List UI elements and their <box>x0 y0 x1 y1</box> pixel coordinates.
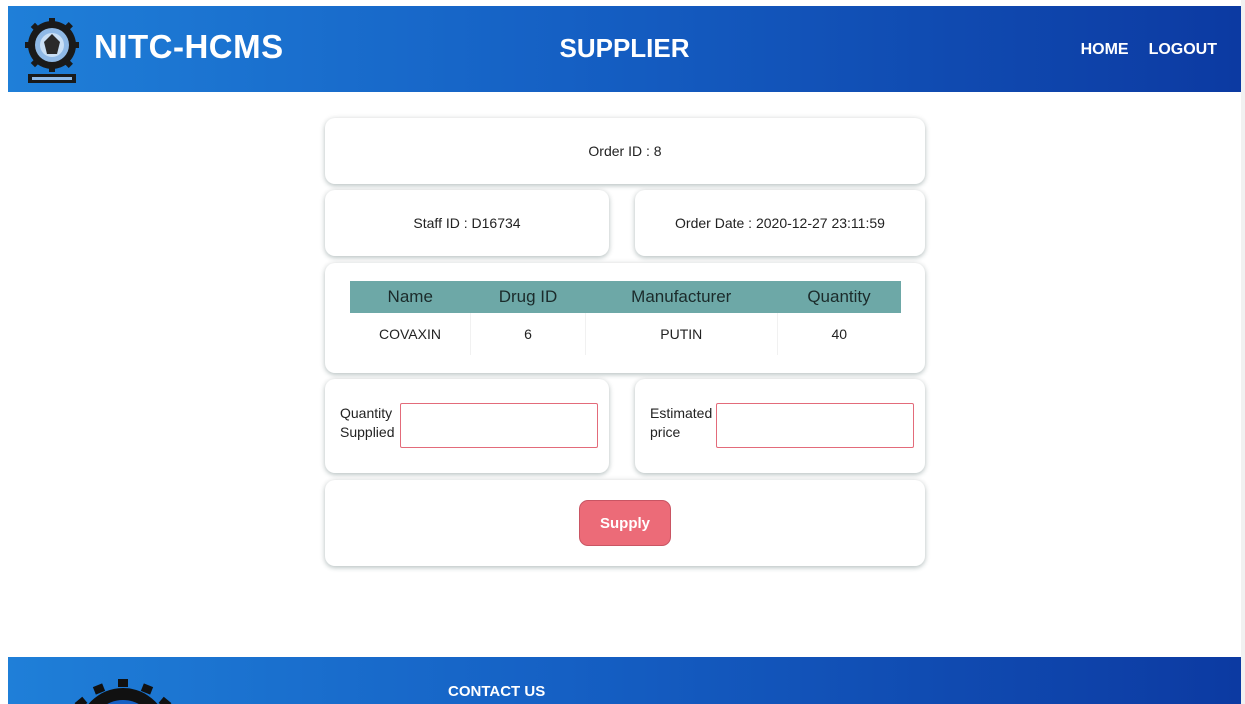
drug-table: Name Drug ID Manufacturer Quantity COVAX… <box>349 281 901 355</box>
order-date-card: Order Date : 2020-12-27 23:11:59 <box>635 190 925 256</box>
staff-id-text: Staff ID : D16734 <box>413 215 521 231</box>
drug-table-card: Name Drug ID Manufacturer Quantity COVAX… <box>325 263 925 373</box>
page-title: SUPPLIER <box>559 33 690 63</box>
quantity-label-line2: Supplied <box>340 424 395 440</box>
column-header-quantity: Quantity <box>777 281 901 313</box>
price-label-line1: Estimated <box>650 405 713 421</box>
staff-id-card: Staff ID : D16734 <box>325 190 609 256</box>
cell-name: COVAXIN <box>349 313 472 355</box>
institute-seal-icon <box>74 679 172 704</box>
order-date-text: Order Date : 2020-12-27 23:11:59 <box>675 215 885 231</box>
order-id-text: Order ID : 8 <box>588 143 662 159</box>
estimated-price-label: Estimated price <box>650 404 712 442</box>
price-label-line2: price <box>650 424 681 440</box>
cell-manufacturer: PUTIN <box>585 313 778 355</box>
logout-link[interactable]: LOGOUT <box>1149 41 1217 59</box>
quantity-supplied-label: Quantity Supplied <box>340 404 395 442</box>
column-header-drug-id: Drug ID <box>470 281 586 313</box>
order-id-card: Order ID : 8 <box>325 118 925 184</box>
cell-quantity: 40 <box>831 326 848 342</box>
top-navbar: NITC-HCMS SUPPLIER HOME LOGOUT <box>8 6 1241 92</box>
cell-drug-id: 6 <box>470 313 586 355</box>
column-header-name: Name <box>349 281 471 313</box>
supply-button[interactable]: Supply <box>579 500 671 546</box>
table-header-row: Name Drug ID Manufacturer Quantity <box>349 281 901 313</box>
quantity-label-line1: Quantity <box>340 405 393 421</box>
supply-card: Supply <box>325 480 925 566</box>
estimated-price-input[interactable] <box>716 403 914 448</box>
footer: CONTACT US <box>8 657 1241 704</box>
nav-links: HOME LOGOUT <box>1081 41 1217 59</box>
column-header-manufacturer: Manufacturer <box>585 281 778 313</box>
home-link[interactable]: HOME <box>1081 41 1129 59</box>
contact-us-heading: CONTACT US <box>448 683 546 700</box>
estimated-price-card: Estimated price <box>635 379 925 473</box>
quantity-supplied-card: Quantity Supplied <box>325 379 609 473</box>
page-scrollbar[interactable] <box>1241 0 1245 704</box>
table-row: COVAXIN 6 PUTIN 40 <box>349 313 901 355</box>
quantity-supplied-input[interactable] <box>400 403 598 448</box>
